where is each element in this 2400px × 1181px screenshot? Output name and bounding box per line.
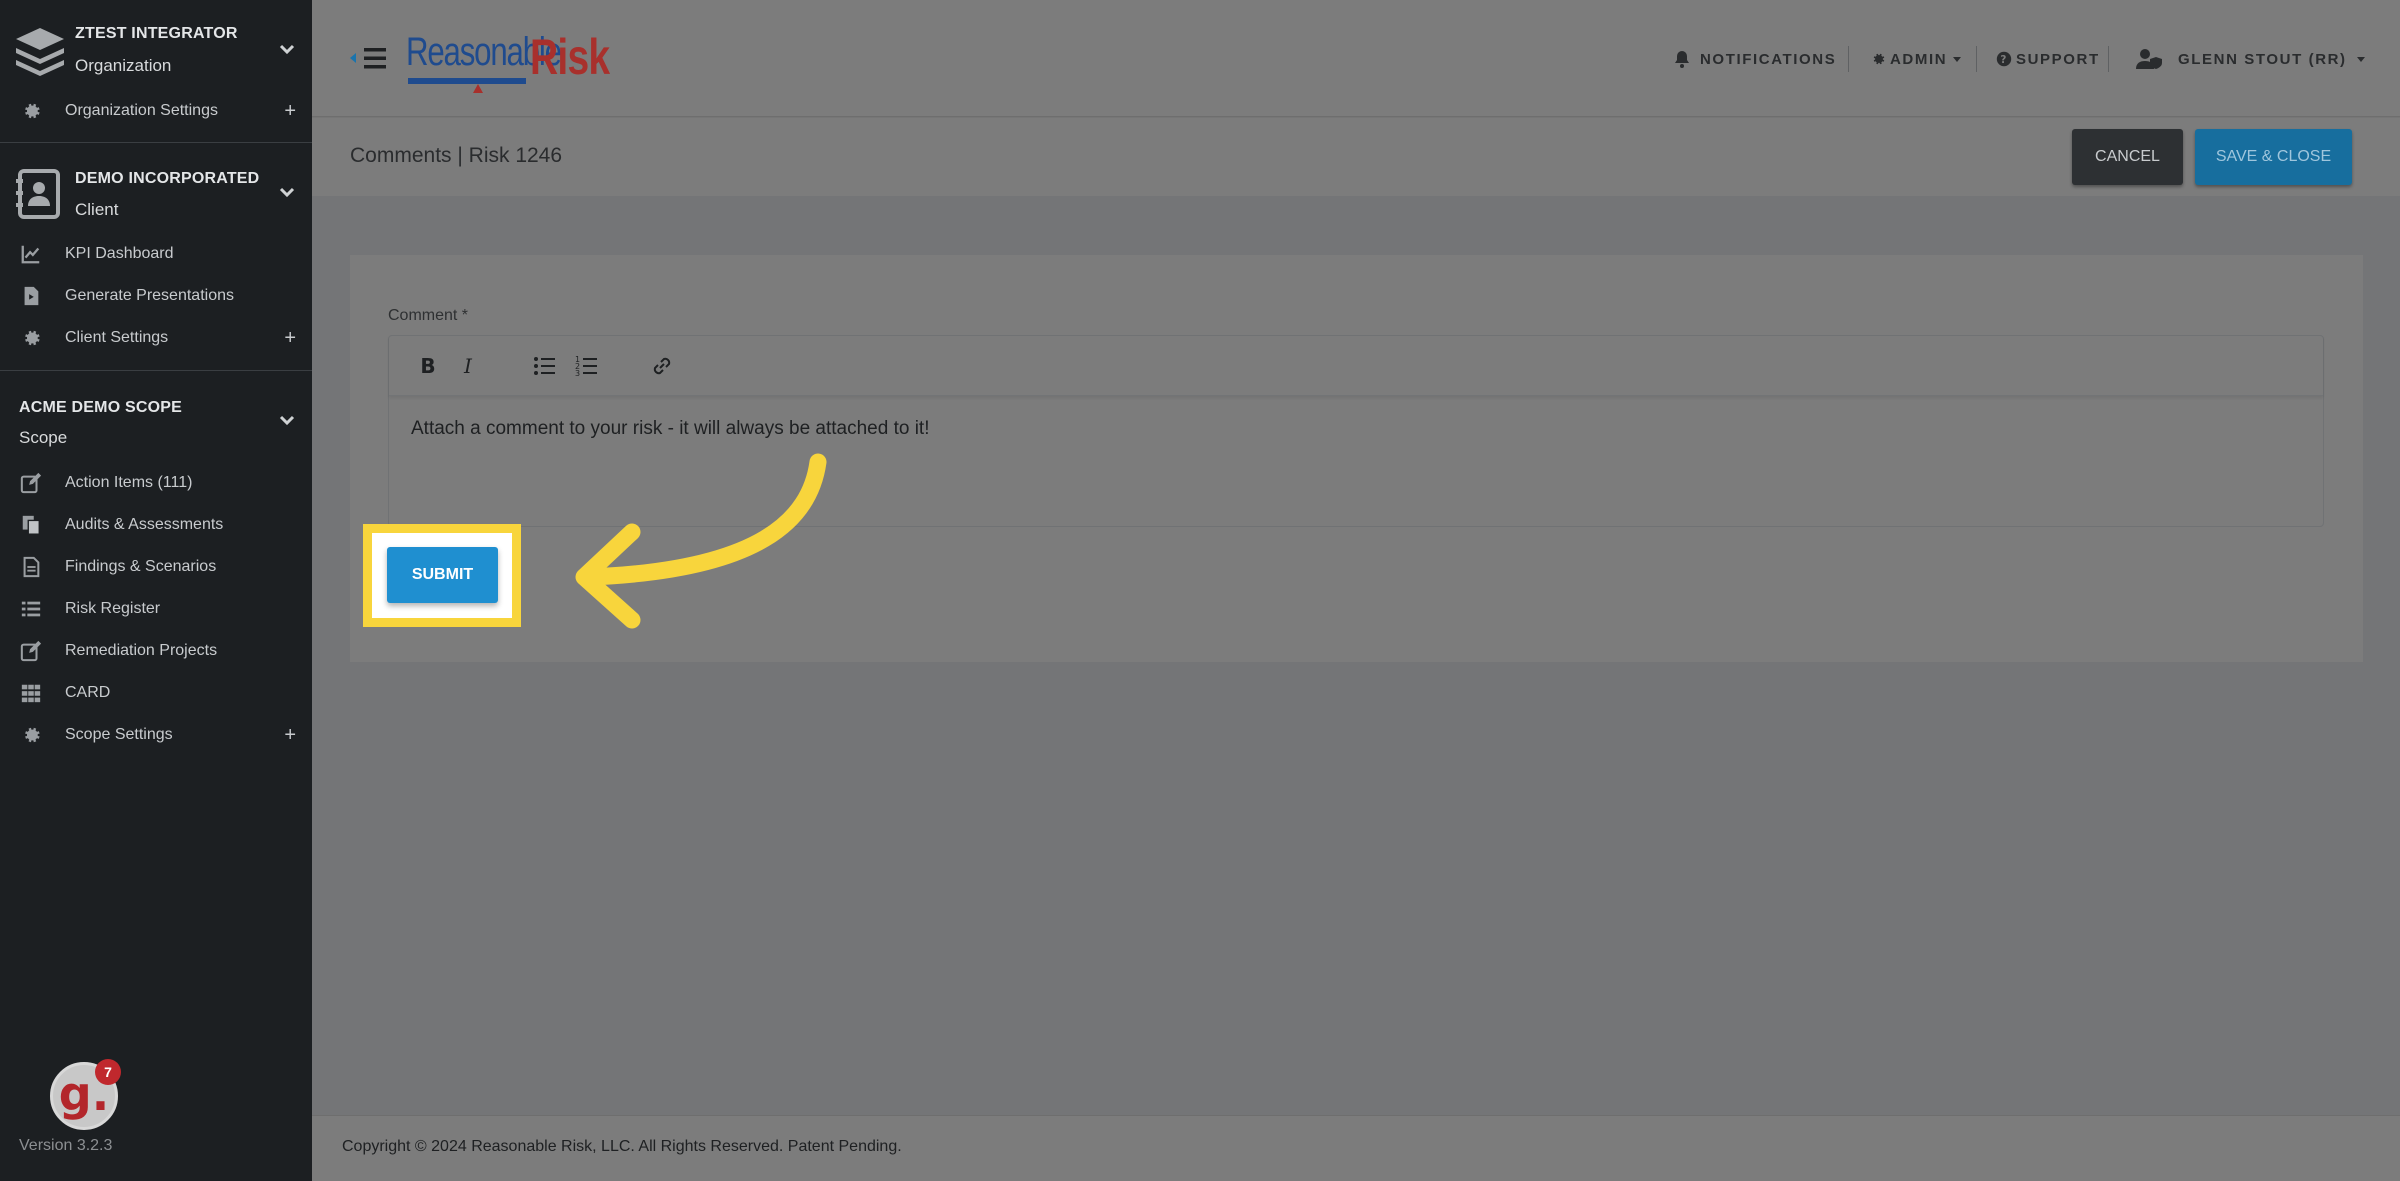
sidebar-item-scope-settings[interactable]: Scope Settings + <box>0 715 312 755</box>
editor-toolbar: B I 123 <box>389 336 2323 396</box>
expand-plus-icon[interactable]: + <box>284 725 296 745</box>
sidebar-item-card[interactable]: CARD <box>0 673 312 713</box>
page-footer: Copyright © 2024 Reasonable Risk, LLC. A… <box>312 1115 2400 1181</box>
sidebar-item-label: Action Items (111) <box>65 474 193 491</box>
user-name-label: GLENN STOUT (RR) <box>2178 50 2347 68</box>
org-title: ZTEST INTEGRATOR <box>75 25 238 42</box>
chevron-down-icon[interactable] <box>276 38 298 60</box>
sidebar-item-label: Risk Register <box>65 600 161 617</box>
expand-plus-icon[interactable]: + <box>284 328 296 348</box>
top-navbar: Reasonable Risk NOTIFICATIONS ADMIN ? SU… <box>312 0 2400 117</box>
curved-arrow-icon <box>575 453 827 629</box>
sidebar-item-label: Findings & Scenarios <box>65 558 217 575</box>
scope-title: ACME DEMO SCOPE <box>19 399 183 416</box>
sidebar-item-label: Scope Settings <box>65 726 173 743</box>
file-text-icon <box>23 556 40 578</box>
sidebar-item-audits-assessments[interactable]: Audits & Assessments <box>0 505 312 545</box>
link-icon[interactable] <box>649 353 675 379</box>
gear-icon <box>1873 53 1885 65</box>
file-presentation-icon <box>24 286 39 306</box>
sidebar-item-remediation-projects[interactable]: Remediation Projects <box>0 631 312 671</box>
sidebar-item-action-items[interactable]: Action Items (111) <box>0 463 312 503</box>
cancel-button[interactable]: CANCEL <box>2072 129 2183 185</box>
gear-icon <box>25 330 40 346</box>
client-subtitle: Client <box>75 200 119 219</box>
gear-icon <box>25 727 40 743</box>
brand-logo[interactable]: Reasonable Risk <box>406 29 626 93</box>
gear-icon <box>25 103 40 119</box>
comment-field-label: Comment * <box>388 307 469 324</box>
user-menu-dropdown[interactable]: GLENN STOUT (RR) <box>2136 48 2365 70</box>
bell-icon <box>1675 51 1689 68</box>
sidebar-item-client-settings[interactable]: Client Settings + <box>0 318 312 358</box>
numbered-list-icon[interactable]: 123 <box>573 353 599 379</box>
scope-subtitle: Scope <box>19 428 68 447</box>
svg-text:I: I <box>463 354 473 378</box>
sidebar-item-label: CARD <box>65 684 111 701</box>
sidebar-item-generate-presentations[interactable]: Generate Presentations <box>0 276 312 316</box>
logo-triangle <box>473 84 483 93</box>
chevron-down-icon[interactable] <box>276 409 298 431</box>
svg-text:?: ? <box>2000 54 2007 66</box>
notifications-link[interactable]: NOTIFICATIONS <box>1672 48 1836 70</box>
chevron-down-icon[interactable] <box>276 181 298 203</box>
edit-icon <box>20 640 42 662</box>
submit-button[interactable]: SUBMIT <box>387 547 498 603</box>
grid-icon <box>21 684 41 703</box>
copy-files-icon <box>22 515 40 535</box>
admin-dropdown[interactable]: ADMIN <box>1870 48 1962 70</box>
bullet-list-icon[interactable] <box>531 353 557 379</box>
line-chart-icon <box>21 245 40 264</box>
list-icon <box>21 601 41 617</box>
scope-switcher[interactable]: ACME DEMO SCOPE Scope <box>0 371 312 457</box>
support-link[interactable]: ? SUPPORT <box>1996 48 2100 70</box>
sidebar-item-label: Organization Settings <box>65 102 218 119</box>
app-version: Version 3.2.3 <box>19 1137 113 1154</box>
support-widget[interactable]: g. 7 <box>50 1059 121 1130</box>
caret-down-icon <box>1953 56 1962 62</box>
menu-toggle-icon[interactable] <box>350 45 390 71</box>
italic-icon[interactable]: I <box>455 353 481 379</box>
question-circle-icon: ? <box>1996 51 2012 67</box>
sidebar-item-risk-register[interactable]: Risk Register <box>0 589 312 629</box>
org-subtitle: Organization <box>75 56 172 75</box>
sidebar-item-organization-settings[interactable]: Organization Settings + <box>0 91 312 131</box>
notification-count-badge: 7 <box>95 1059 121 1085</box>
sidebar: ZTEST INTEGRATOR Organization Organizati… <box>0 0 312 1181</box>
sidebar-item-label: Generate Presentations <box>65 287 234 304</box>
nav-separator <box>2108 46 2109 72</box>
support-label: SUPPORT <box>2016 50 2100 68</box>
user-shield-icon <box>2136 49 2162 69</box>
save-close-button[interactable]: SAVE & CLOSE <box>2195 129 2352 185</box>
caret-down-icon <box>2356 56 2365 62</box>
edit-icon <box>20 472 42 494</box>
comment-editor-content[interactable]: Attach a comment to your risk - it will … <box>411 418 929 440</box>
copyright-text: Copyright © 2024 Reasonable Risk, LLC. A… <box>342 1138 902 1155</box>
logo-bar <box>408 78 526 84</box>
sidebar-item-label: KPI Dashboard <box>65 245 174 262</box>
nav-separator <box>1848 46 1849 72</box>
client-title: DEMO INCORPORATED <box>75 170 260 187</box>
sidebar-item-label: Audits & Assessments <box>65 516 224 533</box>
nav-separator <box>1976 46 1977 72</box>
svg-text:B: B <box>420 354 435 378</box>
sidebar-item-label: Remediation Projects <box>65 642 218 659</box>
sidebar-item-findings-scenarios[interactable]: Findings & Scenarios <box>0 547 312 587</box>
bold-icon[interactable]: B <box>415 353 441 379</box>
expand-plus-icon[interactable]: + <box>284 101 296 121</box>
notifications-label: NOTIFICATIONS <box>1700 50 1837 68</box>
page-header: Comments | Risk 1246 CANCEL SAVE & CLOSE <box>312 118 2400 196</box>
layers-icon <box>16 28 64 76</box>
sidebar-item-label: Client Settings <box>65 329 169 346</box>
sidebar-item-kpi-dashboard[interactable]: KPI Dashboard <box>0 234 312 274</box>
admin-label: ADMIN <box>1890 50 1948 68</box>
logo-text-risk: Risk <box>530 29 610 85</box>
org-switcher[interactable]: ZTEST INTEGRATOR Organization <box>0 0 312 96</box>
client-switcher[interactable]: DEMO INCORPORATED Client <box>0 143 312 239</box>
page-title: Comments | Risk 1246 <box>350 144 563 167</box>
svg-text:3: 3 <box>575 369 580 378</box>
contact-book-icon <box>16 169 60 219</box>
